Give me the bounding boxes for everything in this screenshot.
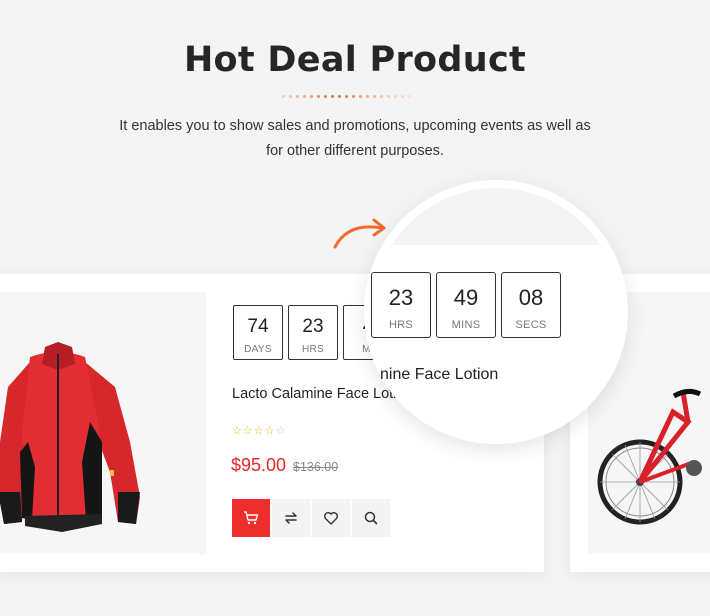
subtitle-line: for other different purposes.: [266, 143, 444, 159]
add-to-cart-button[interactable]: [232, 499, 270, 537]
zoom-countdown-mins: 49 MINS: [436, 272, 496, 338]
zoom-mins-value: 49: [453, 285, 479, 310]
section-title: Hot Deal Product: [183, 40, 527, 80]
cart-icon: [244, 511, 259, 525]
jacket-image: [0, 342, 140, 532]
zoom-hours-label: HRS: [388, 319, 414, 331]
quick-view-button[interactable]: [352, 499, 390, 537]
heart-icon: [324, 512, 338, 525]
star-icon: ☆: [253, 425, 264, 437]
zoom-secs-value: 08: [518, 285, 544, 310]
zoomed-product-name: nine Face Lotion: [380, 366, 499, 383]
zoom-mins-label: MINS: [451, 319, 481, 331]
countdown-hours-value: 23: [302, 316, 324, 337]
curved-arrow-icon: [333, 218, 386, 249]
subtitle-line: It enables you to show sales and promoti…: [119, 118, 591, 134]
zoom-hours-value: 23: [388, 285, 414, 310]
star-icon: ☆: [275, 425, 286, 437]
compare-icon: [285, 512, 297, 524]
product-old-price: $136.00: [293, 460, 339, 474]
wishlist-button[interactable]: [312, 499, 350, 537]
product-rating: ☆ ☆ ☆ ☆ ☆: [232, 424, 285, 437]
countdown-hours-label: HRS: [301, 344, 324, 355]
countdown-hours: 23 HRS: [288, 305, 338, 360]
star-icon: ☆: [242, 425, 253, 437]
section-subtitle: It enables you to show sales and promoti…: [95, 114, 615, 164]
product-image[interactable]: [0, 292, 206, 554]
zoom-countdown-hours: 23 HRS: [371, 272, 431, 338]
star-icon: ☆: [264, 425, 275, 437]
product-price: $95.00: [231, 455, 287, 475]
countdown-days-value: 74: [247, 316, 269, 337]
star-icon: ☆: [232, 425, 242, 437]
countdown-days: 74 DAYS: [233, 305, 283, 360]
product-actions: [232, 499, 390, 537]
zoom-secs-label: SECS: [515, 319, 547, 331]
zoomed-countdown: 23 HRS 49 MINS 08 SECS: [371, 272, 561, 338]
countdown-days-label: DAYS: [244, 344, 272, 355]
search-icon: [364, 511, 378, 525]
compare-button[interactable]: [272, 499, 310, 537]
title-divider-dots: [282, 95, 411, 98]
zoom-countdown-secs: 08 SECS: [501, 272, 561, 338]
